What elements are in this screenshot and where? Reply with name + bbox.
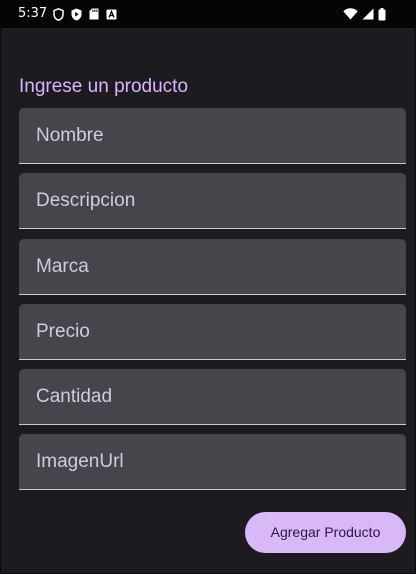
imagenurl-field-label: ImagenUrl bbox=[36, 451, 124, 472]
status-bar: 5:37 bbox=[0, 0, 416, 28]
agregar-producto-button[interactable]: Agregar Producto bbox=[245, 512, 406, 553]
shield-icon bbox=[53, 7, 64, 21]
precio-field-label: Precio bbox=[36, 321, 90, 342]
cantidad-field[interactable]: Cantidad bbox=[19, 369, 406, 425]
font-a-icon bbox=[106, 9, 117, 20]
nombre-field-label: Nombre bbox=[36, 125, 104, 146]
nombre-field[interactable]: Nombre bbox=[19, 108, 406, 164]
product-form-screen: Ingrese un producto Nombre Descripcion M… bbox=[0, 28, 416, 574]
status-system-icons bbox=[343, 6, 386, 22]
wifi-icon bbox=[343, 8, 358, 20]
descripcion-field[interactable]: Descripcion bbox=[19, 173, 406, 229]
marca-field-label: Marca bbox=[36, 256, 89, 277]
status-time: 5:37 bbox=[18, 6, 48, 21]
precio-field[interactable]: Precio bbox=[19, 304, 406, 360]
sd-card-icon bbox=[89, 8, 99, 20]
marca-field[interactable]: Marca bbox=[19, 239, 406, 295]
imagenurl-field[interactable]: ImagenUrl bbox=[19, 434, 406, 490]
status-notification-icons bbox=[53, 6, 117, 22]
form-title: Ingrese un producto bbox=[19, 76, 189, 97]
battery-icon bbox=[378, 7, 386, 21]
descripcion-field-label: Descripcion bbox=[36, 190, 136, 211]
play-protect-icon bbox=[71, 8, 82, 21]
cantidad-field-label: Cantidad bbox=[36, 386, 113, 407]
cellular-signal-icon bbox=[362, 8, 374, 20]
